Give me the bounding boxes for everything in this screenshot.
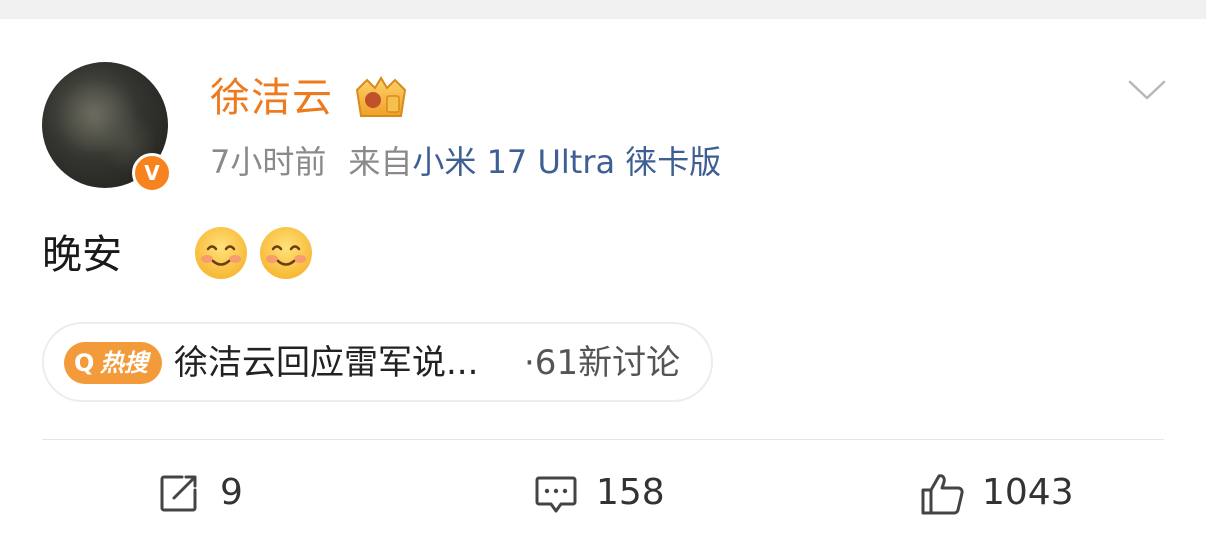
smile-emoji-icon <box>260 227 312 279</box>
post-time: 7小时前 <box>210 143 327 181</box>
like-count: 1043 <box>982 472 1074 513</box>
share-count: 9 <box>220 472 243 513</box>
verified-badge-icon: V <box>132 153 172 193</box>
share-icon <box>160 475 197 512</box>
chevron-down-icon[interactable] <box>1128 78 1166 102</box>
smile-emoji-icon <box>195 227 247 279</box>
hot-search-badge-label: 热搜 <box>100 349 148 377</box>
comment-count: 158 <box>596 472 665 513</box>
divider <box>42 439 1164 440</box>
hot-search-title: 徐洁云回应雷军说... <box>174 343 479 383</box>
hot-search-pill[interactable]: Q 热搜 徐洁云回应雷军说... ·61新讨论 <box>42 322 713 402</box>
status-strip <box>0 0 1206 19</box>
post-text: 晚安 <box>42 232 122 278</box>
comment-icon <box>535 476 577 513</box>
hot-search-count: ·61新讨论 <box>524 343 681 383</box>
source-prefix: 来自 <box>348 143 413 181</box>
source-link[interactable]: 小米 17 Ultra 徕卡版 <box>412 143 721 181</box>
crown-badge-icon[interactable] <box>353 76 409 120</box>
search-icon: Q <box>74 349 95 377</box>
like-icon <box>921 474 964 515</box>
author-name[interactable]: 徐洁云 <box>210 74 333 122</box>
hot-search-badge: Q 热搜 <box>64 342 162 384</box>
post-meta: 7小时前 来自小米 17 Ultra 徕卡版 <box>210 140 721 184</box>
